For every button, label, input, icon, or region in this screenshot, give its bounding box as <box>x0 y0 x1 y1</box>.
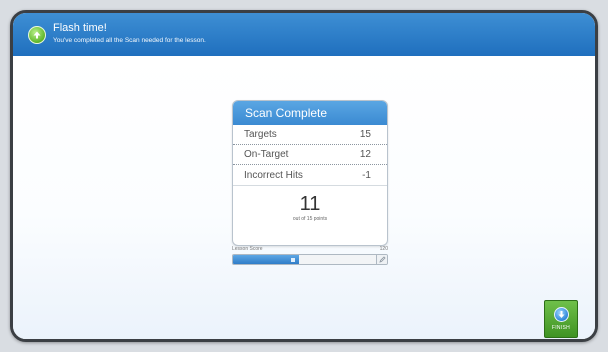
progress-marker <box>291 258 295 262</box>
banner-subtitle: You've completed all the Scan needed for… <box>53 37 206 44</box>
lesson-score-bar <box>232 254 388 265</box>
summary-row-incorrect-hits: Incorrect Hits -1 <box>233 165 387 185</box>
progress-label: Lesson Score <box>232 246 263 252</box>
summary-row-value: -1 <box>362 169 371 181</box>
finish-button[interactable]: FINISH <box>544 300 578 338</box>
summary-row-targets: Targets 15 <box>233 125 387 145</box>
progress-max-label: 120 <box>379 246 388 252</box>
summary-row-label: Incorrect Hits <box>244 169 303 181</box>
arrow-down-icon <box>553 307 569 322</box>
score-caption: out of 15 points <box>292 216 328 222</box>
summary-row-value: 15 <box>359 129 371 140</box>
banner-title: Flash time! <box>53 22 107 34</box>
finish-label: FINISH <box>551 325 571 331</box>
summary-row-label: Targets <box>244 129 277 140</box>
lesson-score-fill <box>233 255 299 264</box>
summary-row-label: On-Target <box>244 149 289 160</box>
score-panel: 11 out of 15 points <box>233 185 387 225</box>
progress-labels: Lesson Score 120 <box>232 246 388 254</box>
summary-row-on-target: On-Target 12 <box>233 145 387 165</box>
scan-summary-card: Scan Complete Targets 15 On-Target 12 In… <box>232 100 388 246</box>
lesson-banner: Flash time! You've completed all the Sca… <box>13 13 595 56</box>
score-value: 11 <box>299 193 321 215</box>
pencil-icon <box>376 255 387 264</box>
summary-row-value: 12 <box>359 149 371 160</box>
scan-summary-title: Scan Complete <box>233 101 387 125</box>
arrow-up-icon <box>28 26 46 44</box>
app-frame: Flash time! You've completed all the Sca… <box>10 10 598 342</box>
